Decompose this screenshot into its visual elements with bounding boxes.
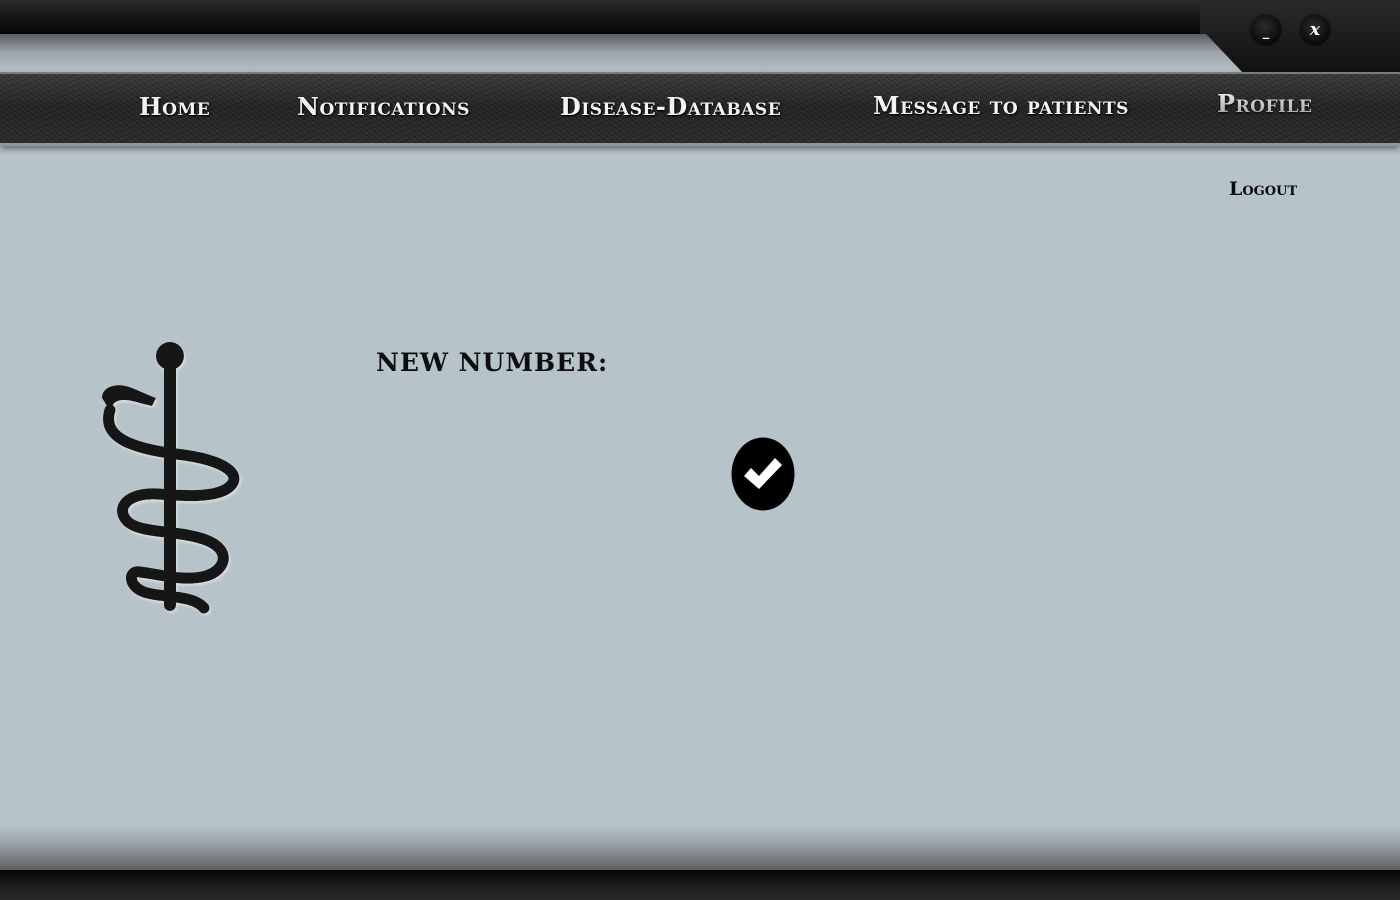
bottom-bevel <box>0 826 1400 870</box>
nav-disease-database[interactable]: Disease-Database <box>560 92 781 121</box>
minimize-button[interactable]: _ <box>1251 15 1281 45</box>
bottom-bar <box>0 870 1400 900</box>
nav-message-to-patients[interactable]: Message to patients <box>873 91 1129 120</box>
nav-profile[interactable]: Profile <box>1217 89 1312 118</box>
new-number-label: NEW NUMBER: <box>376 348 609 377</box>
app-window: _ x Home Notifications Disease-Database … <box>0 0 1400 900</box>
minimize-icon: _ <box>1262 24 1270 40</box>
logout-link[interactable]: Logout <box>1229 178 1297 200</box>
close-icon: x <box>1309 20 1321 40</box>
title-bar-bevel <box>0 34 1400 74</box>
rod-of-asclepius-icon <box>102 342 240 614</box>
nav-home[interactable]: Home <box>139 92 210 121</box>
close-button[interactable]: x <box>1300 15 1330 45</box>
main-navigation: Home Notifications Disease-Database Mess… <box>0 72 1400 146</box>
confirm-button[interactable] <box>731 437 795 511</box>
nav-notifications[interactable]: Notifications <box>297 92 470 121</box>
title-bar[interactable] <box>0 0 1400 34</box>
